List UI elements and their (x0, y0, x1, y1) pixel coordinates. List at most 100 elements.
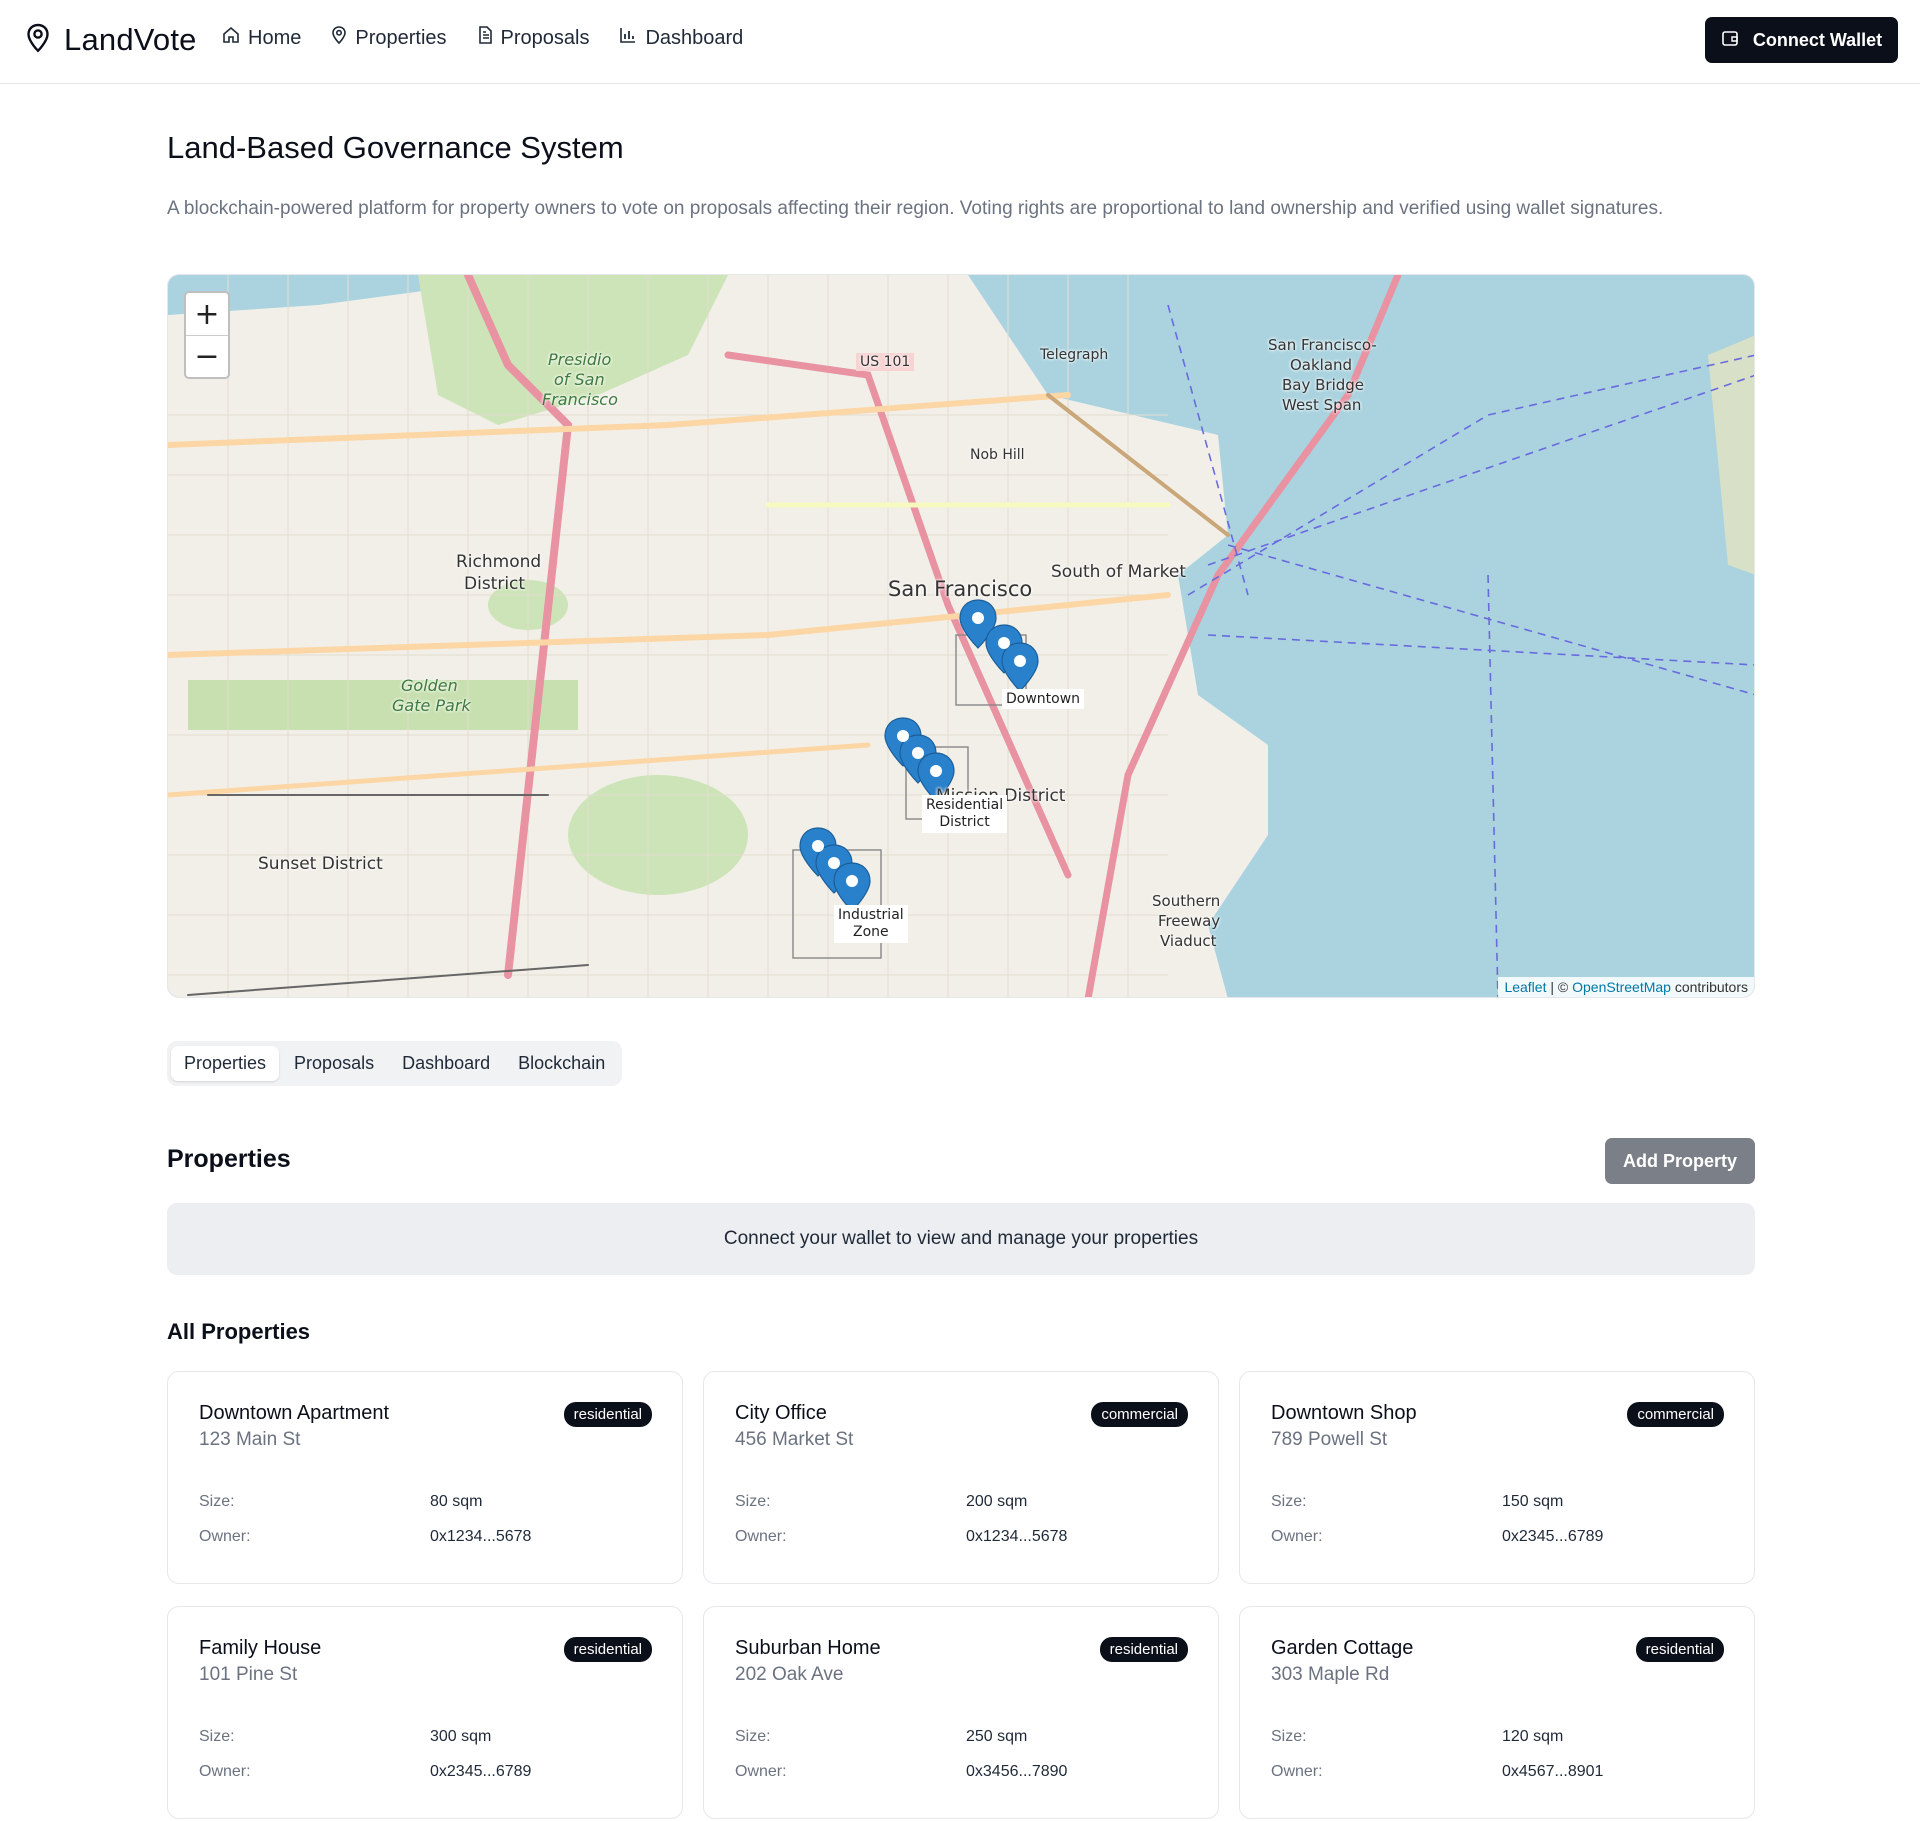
page-description: A blockchain-powered platform for proper… (167, 198, 1664, 219)
property-name: Downtown Apartment (199, 1402, 390, 1424)
owner-value: 0x3456...7890 (966, 1763, 1068, 1780)
map-attribution: Leaflet | © OpenStreetMap contributors (1498, 977, 1754, 997)
connect-wallet-button[interactable]: Connect Wallet (1705, 17, 1898, 63)
owner-label: Owner: (199, 1528, 251, 1545)
connect-wallet-notice: Connect your wallet to view and manage y… (167, 1203, 1755, 1275)
map-zoom-control: + − (184, 291, 230, 379)
map-label-sunset: Sunset District (258, 854, 383, 874)
owner-value: 0x1234...5678 (430, 1528, 532, 1545)
property-type-badge: residential (563, 1402, 652, 1427)
map-label-golden-gate: Gate Park (392, 696, 471, 715)
owner-value: 0x1234...5678 (966, 1528, 1068, 1545)
nav-properties[interactable]: Properties (331, 26, 447, 50)
owner-label: Owner: (199, 1763, 251, 1780)
map-label-richmond-district: District (464, 574, 526, 594)
property-name: Family House (199, 1637, 322, 1659)
property-card[interactable]: Garden Cottage 303 Maple Rd residential … (1239, 1606, 1755, 1819)
zone-label-industrial: Industrial Zone (834, 905, 908, 943)
property-address: 101 Pine St (199, 1664, 298, 1685)
map-label-freeway: Freeway (1158, 912, 1221, 930)
property-address: 456 Market St (735, 1429, 854, 1450)
map-tiles (168, 275, 1754, 997)
map-label-southern: Southern (1152, 892, 1221, 910)
property-type-badge: residential (563, 1637, 652, 1662)
size-label: Size: (199, 1728, 235, 1745)
map-label-presidio-sf: Francisco (542, 390, 618, 409)
property-address: 123 Main St (199, 1429, 301, 1450)
map-label-som: South of Market (1051, 562, 1187, 582)
property-type-badge: residential (1099, 1637, 1188, 1662)
home-icon (222, 26, 240, 50)
attribution-separator: | © (1546, 979, 1573, 995)
map-label-viaduct: Viaduct (1160, 932, 1217, 950)
size-value: 250 sqm (966, 1728, 1028, 1745)
map-pin-icon (331, 26, 347, 50)
nav-proposals[interactable]: Proposals (477, 26, 590, 50)
size-label: Size: (1271, 1493, 1307, 1510)
property-name: Downtown Shop (1271, 1402, 1417, 1424)
tab-dashboard[interactable]: Dashboard (389, 1046, 503, 1081)
size-value: 150 sqm (1502, 1493, 1564, 1510)
properties-heading: Properties (167, 1145, 291, 1173)
tab-proposals[interactable]: Proposals (281, 1046, 387, 1081)
nav-proposals-label: Proposals (500, 26, 590, 49)
map-label-us101: US 101 (856, 353, 915, 372)
map-label-sf: San Francisco (888, 577, 1033, 601)
tab-blockchain[interactable]: Blockchain (505, 1046, 618, 1081)
wallet-icon (1721, 29, 1739, 52)
map-label-presidio: Presidio (548, 350, 612, 369)
property-card[interactable]: Downtown Apartment 123 Main St residenti… (167, 1371, 683, 1584)
owner-value: 0x2345...6789 (1502, 1528, 1604, 1545)
map-label-bay3: Bay Bridge (1282, 376, 1365, 394)
property-address: 303 Maple Rd (1271, 1664, 1390, 1685)
property-type-badge: commercial (1091, 1402, 1188, 1427)
map-label-golden: Golden (401, 676, 458, 695)
nav-home[interactable]: Home (222, 26, 301, 50)
document-icon (477, 26, 493, 50)
property-address: 202 Oak Ave (735, 1664, 844, 1685)
map-label-presidio-of: of San (554, 370, 605, 389)
property-card[interactable]: City Office 456 Market St commercial Siz… (703, 1371, 1219, 1584)
all-properties-heading: All Properties (167, 1319, 311, 1344)
nav-dashboard[interactable]: Dashboard (619, 26, 743, 50)
map-label-telegraph: Telegraph (1040, 347, 1109, 363)
property-name: Suburban Home (735, 1637, 881, 1659)
map-label-bay1: San Francisco- (1268, 336, 1377, 354)
osm-link[interactable]: OpenStreetMap (1572, 979, 1671, 995)
property-address: 789 Powell St (1271, 1429, 1388, 1450)
zone-label-residential: Residential District (922, 795, 1008, 833)
property-type-badge: commercial (1627, 1402, 1724, 1427)
size-label: Size: (1271, 1728, 1307, 1745)
zone-label-downtown: Downtown (1002, 689, 1085, 709)
top-navbar: LandVote Home Properties Proposals Dashb… (0, 0, 1920, 84)
size-label: Size: (199, 1493, 235, 1510)
property-card[interactable]: Suburban Home 202 Oak Ave residential Si… (703, 1606, 1219, 1819)
owner-label: Owner: (1271, 1528, 1323, 1545)
brand-logo[interactable]: LandVote (26, 22, 197, 58)
section-tabs: Properties Proposals Dashboard Blockchai… (167, 1041, 623, 1086)
owner-label: Owner: (1271, 1763, 1323, 1780)
connect-wallet-label: Connect Wallet (1752, 29, 1883, 50)
zone-label-residential-line1: Residential (926, 797, 1004, 813)
size-label: Size: (735, 1493, 771, 1510)
add-property-button[interactable]: Add Property (1605, 1138, 1755, 1184)
property-card[interactable]: Downtown Shop 789 Powell St commercial S… (1239, 1371, 1755, 1584)
zone-label-residential-line2: District (939, 813, 990, 830)
zoom-out-button[interactable]: − (186, 335, 228, 377)
owner-label: Owner: (735, 1763, 787, 1780)
property-type-badge: residential (1635, 1637, 1724, 1662)
map-pin-icon (26, 23, 50, 58)
bar-chart-icon (619, 26, 637, 50)
map-label-bay4: West Span (1282, 396, 1362, 414)
zoom-in-button[interactable]: + (186, 293, 228, 335)
size-label: Size: (735, 1728, 771, 1745)
tab-properties[interactable]: Properties (171, 1046, 280, 1081)
map-label-nob: Nob Hill (970, 447, 1025, 463)
property-map[interactable]: San Francisco Richmond District Sunset D… (167, 274, 1755, 998)
property-name: Garden Cottage (1271, 1637, 1414, 1659)
size-value: 200 sqm (966, 1493, 1028, 1510)
owner-value: 0x4567...8901 (1502, 1763, 1604, 1780)
property-card[interactable]: Family House 101 Pine St residential Siz… (167, 1606, 683, 1819)
leaflet-link[interactable]: Leaflet (1504, 979, 1546, 995)
page-title: Land-Based Governance System (167, 130, 624, 165)
